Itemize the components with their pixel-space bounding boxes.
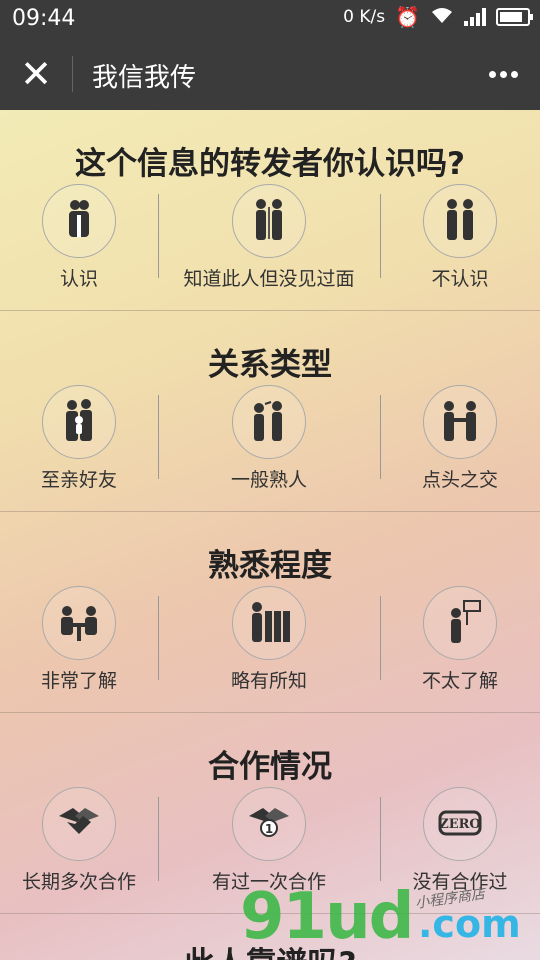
- battery-icon: [496, 8, 533, 26]
- handshake-icon: [42, 787, 116, 861]
- section-title: 这个信息的转发者你认识吗?: [75, 146, 465, 182]
- watermark-suffix: .com: [418, 902, 521, 946]
- family-icon: [42, 385, 116, 459]
- man-with-sign-icon: [423, 586, 497, 660]
- option-label: 一般熟人: [230, 469, 307, 491]
- option-button[interactable]: 点头之交: [380, 385, 540, 495]
- alarm-icon: ⏰: [395, 5, 420, 29]
- question-section: 熟悉程度非常了解 略有所知 不太了解: [0, 512, 540, 713]
- option-button[interactable]: 知道此人但没见过面: [158, 184, 380, 294]
- two-men-icon: [423, 184, 497, 258]
- option-divider: [380, 395, 381, 479]
- couple-icon: [42, 184, 116, 258]
- option-label: 略有所知: [230, 670, 307, 692]
- zero-badge-icon: ZERO: [423, 787, 497, 861]
- nav-bar: ✕ 我信我传: [0, 38, 540, 110]
- option-button[interactable]: 不太了解: [380, 586, 540, 696]
- signal-icon: [464, 8, 486, 26]
- question-section: 这个信息的转发者你认识吗? 认识 知道此人但没见过面 不认识: [0, 110, 540, 311]
- option-label: 认识: [59, 268, 98, 290]
- section-title: 熟悉程度: [208, 548, 332, 584]
- option-label: 非常了解: [40, 670, 117, 692]
- option-divider: [158, 596, 159, 680]
- question-section: 关系类型至亲好友 一般熟人 点头之交: [0, 311, 540, 512]
- option-row: 非常了解 略有所知 不太了解: [0, 586, 540, 696]
- option-row: 认识 知道此人但没见过面 不认识: [0, 184, 540, 294]
- status-bar: 09:44 0 K/s ⏰: [0, 0, 540, 38]
- close-icon[interactable]: ✕: [18, 54, 54, 94]
- option-button[interactable]: 略有所知: [158, 586, 380, 696]
- option-divider: [158, 194, 159, 278]
- people-at-table-icon: [42, 586, 116, 660]
- page-title: 我信我传: [92, 63, 197, 93]
- handshake-people-icon: [423, 385, 497, 459]
- status-icons: 0 K/s ⏰: [343, 5, 533, 29]
- option-button[interactable]: 不认识: [380, 184, 540, 294]
- option-divider: [380, 797, 381, 881]
- option-label: 长期多次合作: [21, 871, 136, 893]
- option-row: 至亲好友 一般熟人 点头之交: [0, 385, 540, 495]
- option-button[interactable]: 认识: [0, 184, 158, 294]
- option-divider: [158, 395, 159, 479]
- option-label: 不太了解: [421, 670, 498, 692]
- option-label: 至亲好友: [40, 469, 117, 491]
- option-divider: [158, 797, 159, 881]
- nav-divider: [72, 56, 73, 92]
- passing-people-icon: [232, 184, 306, 258]
- net-speed: 0 K/s: [343, 7, 386, 27]
- watermark-logo: 91ud: [240, 880, 414, 954]
- man-with-cabinets-icon: [232, 586, 306, 660]
- chatting-people-icon: [232, 385, 306, 459]
- option-divider: [380, 194, 381, 278]
- handshake-once-icon: 1: [232, 787, 306, 861]
- svg-text:1: 1: [265, 822, 273, 836]
- section-title: 关系类型: [208, 347, 332, 383]
- more-icon[interactable]: [486, 62, 520, 86]
- option-label: 不认识: [431, 268, 489, 290]
- option-button[interactable]: 一般熟人: [158, 385, 380, 495]
- option-label: 知道此人但没见过面: [183, 268, 355, 290]
- watermark: 91ud 小程序商店 .com: [240, 880, 540, 960]
- section-title: 合作情况: [208, 749, 332, 785]
- wifi-icon: [430, 5, 454, 29]
- question-list: 这个信息的转发者你认识吗? 认识 知道此人但没见过面 不认识关系类型至亲好友 一般熟人 点…: [0, 110, 540, 960]
- svg-text:ZERO: ZERO: [439, 817, 481, 832]
- status-time: 09:44: [12, 6, 76, 31]
- option-button[interactable]: 非常了解: [0, 586, 158, 696]
- option-button[interactable]: 长期多次合作: [0, 787, 158, 897]
- option-divider: [380, 596, 381, 680]
- option-label: 点头之交: [421, 469, 498, 491]
- option-button[interactable]: 至亲好友: [0, 385, 158, 495]
